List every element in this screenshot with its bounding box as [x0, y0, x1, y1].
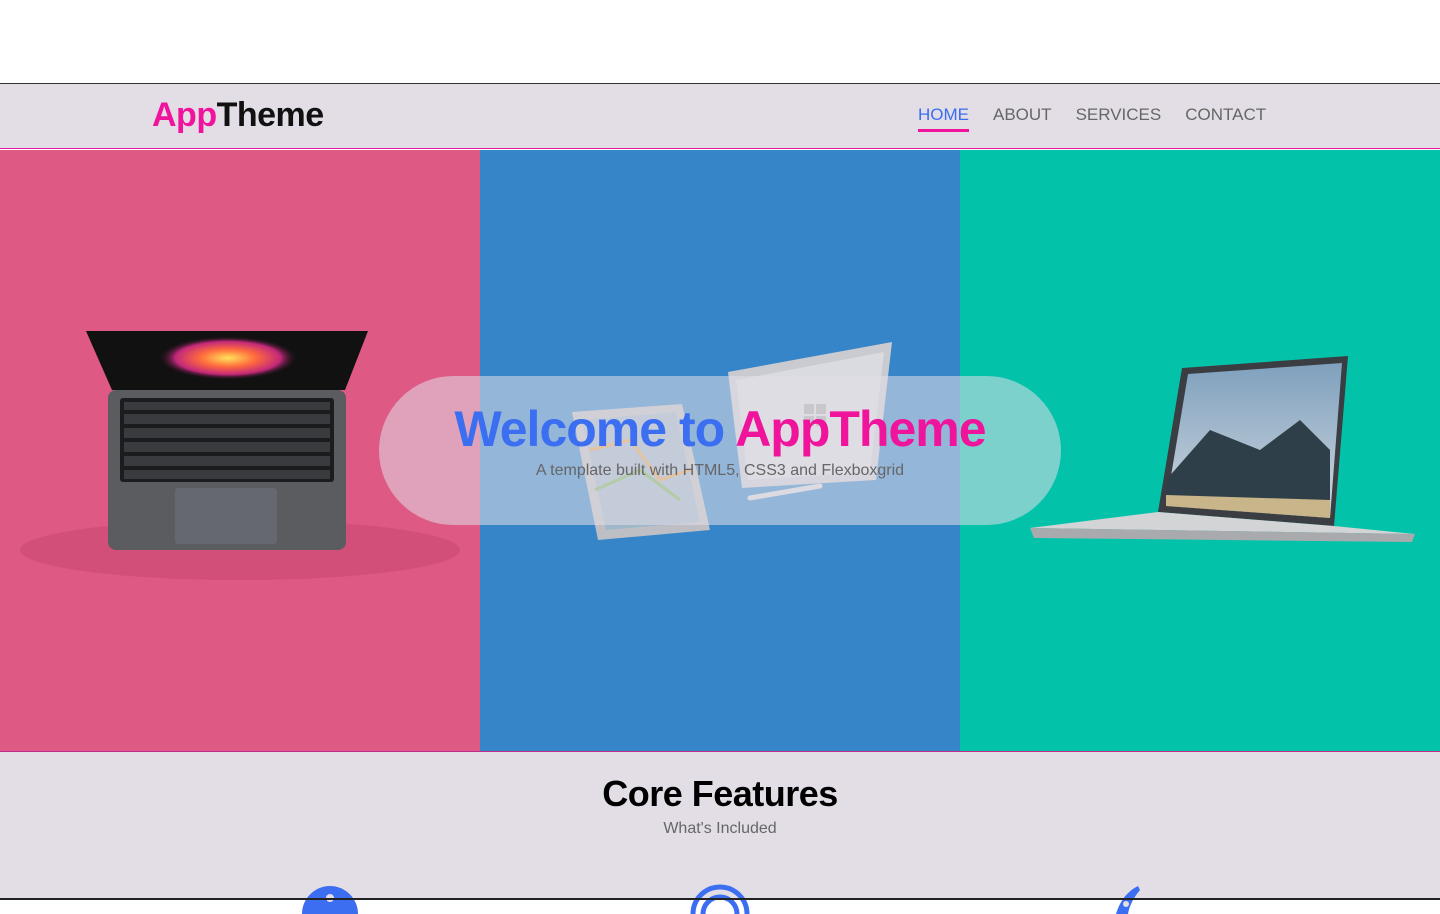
features-subtitle: What's Included [663, 820, 777, 837]
nav-about-link[interactable]: ABOUT [993, 104, 1052, 132]
main-nav: HOME ABOUT SERVICES CONTACT [918, 104, 1266, 132]
features-title: Core Features [602, 773, 838, 814]
hero-title-welcome: Welcome to [454, 401, 725, 457]
features-section: Core Features What's Included [0, 751, 1440, 914]
logo-theme-text: Theme [216, 96, 325, 134]
logo[interactable]: AppTheme [152, 96, 324, 134]
page-top-blank [0, 0, 1440, 83]
navbar: AppTheme HOME ABOUT SERVICES CONTACT [0, 83, 1440, 149]
nav-services-link[interactable]: SERVICES [1076, 104, 1162, 132]
hero-section: Welcome to AppTheme A template built wit… [0, 150, 1440, 751]
hero-overlay: Welcome to AppTheme A template built wit… [379, 376, 1061, 525]
nav-home-link[interactable]: HOME [918, 104, 969, 132]
hero-subtitle: A template built with HTML5, CSS3 and Fl… [535, 462, 905, 479]
logo-app-text: App [152, 96, 217, 134]
nav-contact-link[interactable]: CONTACT [1185, 104, 1266, 132]
hero-title-brand: AppTheme [735, 401, 986, 457]
hero-title: Welcome to AppTheme [379, 402, 1061, 456]
